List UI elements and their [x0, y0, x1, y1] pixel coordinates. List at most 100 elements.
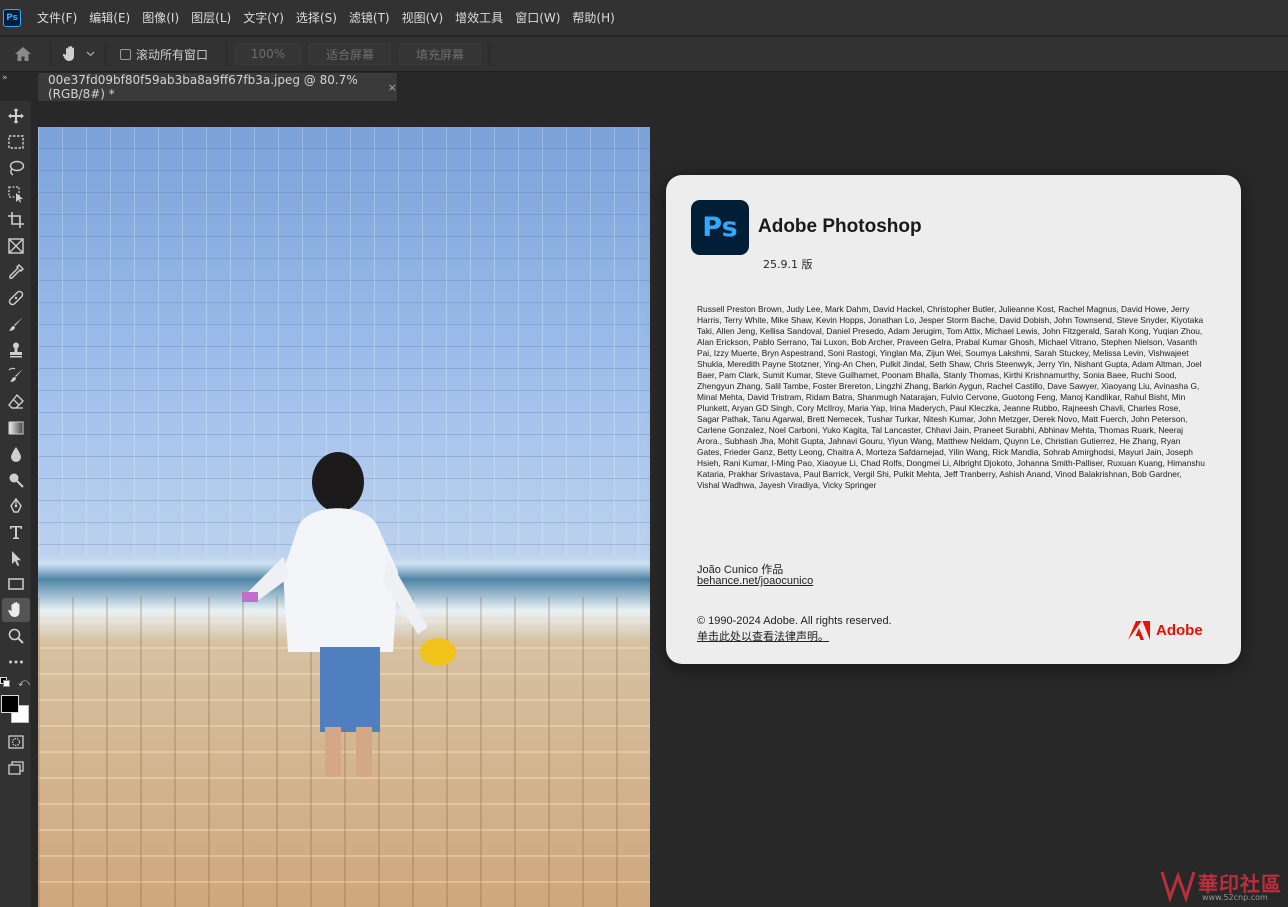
menu-edit[interactable]: 编辑(E) [83, 0, 136, 36]
ellipsis-icon [9, 660, 23, 664]
marquee-icon [8, 135, 24, 149]
hand-icon [8, 602, 20, 617]
fit-screen-button[interactable]: 适合屏幕 [309, 43, 392, 65]
zoom-100-button[interactable]: 100% [235, 43, 302, 65]
chevron-down-icon [86, 51, 95, 57]
scroll-all-windows-checkbox[interactable] [120, 48, 131, 60]
quick-mask-icon [8, 735, 24, 749]
brush-icon [9, 317, 23, 331]
menu-type[interactable]: 文字(Y) [237, 0, 290, 36]
about-photoshop-dialog[interactable]: Ps Adobe Photoshop 25.9.1 版 Russell Pres… [666, 175, 1241, 664]
lasso-tool[interactable] [2, 156, 30, 180]
menu-help[interactable]: 帮助(H) [566, 0, 620, 36]
eraser-tool[interactable] [2, 390, 30, 414]
menu-file[interactable]: 文件(F) [31, 0, 83, 36]
photoshop-logo-icon: Ps [3, 8, 21, 27]
bandage-icon [8, 290, 24, 306]
rectangle-icon [8, 578, 24, 590]
document-tab-strip: » 00e37fd09bf80f59ab3ba8a9ff67fb3a.jpeg … [0, 73, 1288, 101]
credits-text: Russell Preston Brown, Judy Lee, Mark Da… [697, 304, 1205, 490]
history-brush-icon [8, 367, 23, 382]
copyright-text: © 1990-2024 Adobe. All rights reserved. [697, 615, 892, 627]
options-divider [50, 42, 51, 66]
collapse-panel-icon[interactable]: » [2, 73, 8, 83]
menu-plugins[interactable]: 增效工具 [449, 0, 509, 36]
eyedropper-tool[interactable] [2, 260, 30, 284]
magnifier-icon [8, 628, 24, 644]
screen-mode-icon [8, 761, 24, 775]
hand-tool[interactable] [2, 598, 30, 622]
dodge-tool[interactable] [2, 468, 30, 492]
child-figure [242, 452, 456, 777]
blur-drop-icon [11, 447, 21, 462]
product-name: Adobe Photoshop [758, 216, 922, 237]
swap-colors-icon[interactable]: ⤺ [18, 676, 30, 690]
options-bar: 滚动所有窗口 100% 适合屏幕 填充屏幕 [0, 37, 1288, 72]
home-icon [15, 47, 31, 61]
menu-view[interactable]: 视图(V) [396, 0, 450, 36]
tools-panel: ⤺ [0, 101, 32, 907]
healing-brush-tool[interactable] [2, 286, 30, 310]
close-tab-icon[interactable]: × [388, 81, 397, 94]
menu-window[interactable]: 窗口(W) [509, 0, 566, 36]
screen-mode-button[interactable] [2, 756, 30, 780]
lasso-icon [9, 160, 25, 176]
version-label: 25.9.1 版 [763, 258, 813, 271]
gradient-tool[interactable] [2, 416, 30, 440]
type-icon [10, 526, 22, 539]
frame-icon [8, 238, 24, 254]
watermark-url: www.52cnp.com [1202, 893, 1268, 902]
legal-notices-link[interactable]: 单击此处以查看法律声明。 [697, 628, 829, 644]
blur-tool[interactable] [2, 442, 30, 466]
tool-preset-picker[interactable] [55, 37, 101, 72]
eyedropper-icon [9, 264, 24, 279]
gradient-icon [8, 421, 24, 435]
scroll-all-windows-label: 滚动所有窗口 [136, 47, 209, 62]
menu-filter[interactable]: 滤镜(T) [343, 0, 396, 36]
adobe-a-icon [1128, 621, 1150, 640]
brush-tool[interactable] [2, 312, 30, 336]
adobe-wordmark: Adobe [1156, 622, 1203, 639]
document-tab[interactable]: 00e37fd09bf80f59ab3ba8a9ff67fb3a.jpeg @ … [38, 73, 398, 101]
default-colors-icon[interactable] [0, 677, 10, 687]
pen-tool[interactable] [2, 494, 30, 518]
crop-icon [8, 212, 24, 228]
foreground-color-swatch[interactable] [1, 695, 19, 713]
menu-layer[interactable]: 图层(L) [185, 0, 237, 36]
frame-tool[interactable] [2, 234, 30, 258]
crop-tool[interactable] [2, 208, 30, 232]
options-divider [226, 42, 228, 66]
document-tab-title: 00e37fd09bf80f59ab3ba8a9ff67fb3a.jpeg @ … [48, 73, 358, 101]
menu-select[interactable]: 选择(S) [290, 0, 343, 36]
object-selection-tool[interactable] [2, 182, 30, 206]
dodge-icon [9, 473, 24, 488]
stamp-icon [10, 342, 22, 358]
home-button[interactable] [0, 37, 46, 72]
type-tool[interactable] [2, 520, 30, 544]
zoom-tool[interactable] [2, 624, 30, 648]
pen-icon [10, 497, 22, 513]
options-divider [105, 42, 106, 66]
fill-screen-button[interactable]: 填充屏幕 [399, 43, 482, 65]
arrow-pointer-icon [12, 551, 21, 566]
photoshop-app-icon: Ps [691, 200, 749, 255]
eraser-icon [8, 393, 24, 409]
move-tool[interactable] [2, 104, 30, 128]
object-selection-icon [8, 186, 23, 203]
site-watermark: 華印社區 www.52cnp.com [1158, 866, 1288, 907]
watermark-logo-icon [1160, 871, 1196, 903]
more-tools-button[interactable] [2, 650, 30, 674]
menu-image[interactable]: 图像(I) [136, 0, 185, 36]
options-divider [489, 42, 491, 66]
rectangle-tool[interactable] [2, 572, 30, 596]
marquee-tool[interactable] [2, 130, 30, 154]
clone-stamp-tool[interactable] [2, 338, 30, 362]
quick-mask-button[interactable] [2, 730, 30, 754]
adobe-logo: Adobe [1128, 621, 1203, 640]
history-brush-tool[interactable] [2, 364, 30, 388]
move-icon [8, 108, 24, 124]
artist-behance-link[interactable]: behance.net/joaocunico [697, 575, 813, 587]
path-selection-tool[interactable] [2, 546, 30, 570]
menu-bar: Ps 文件(F) 编辑(E) 图像(I) 图层(L) 文字(Y) 选择(S) 滤… [0, 0, 1288, 36]
document-image [38, 127, 650, 907]
